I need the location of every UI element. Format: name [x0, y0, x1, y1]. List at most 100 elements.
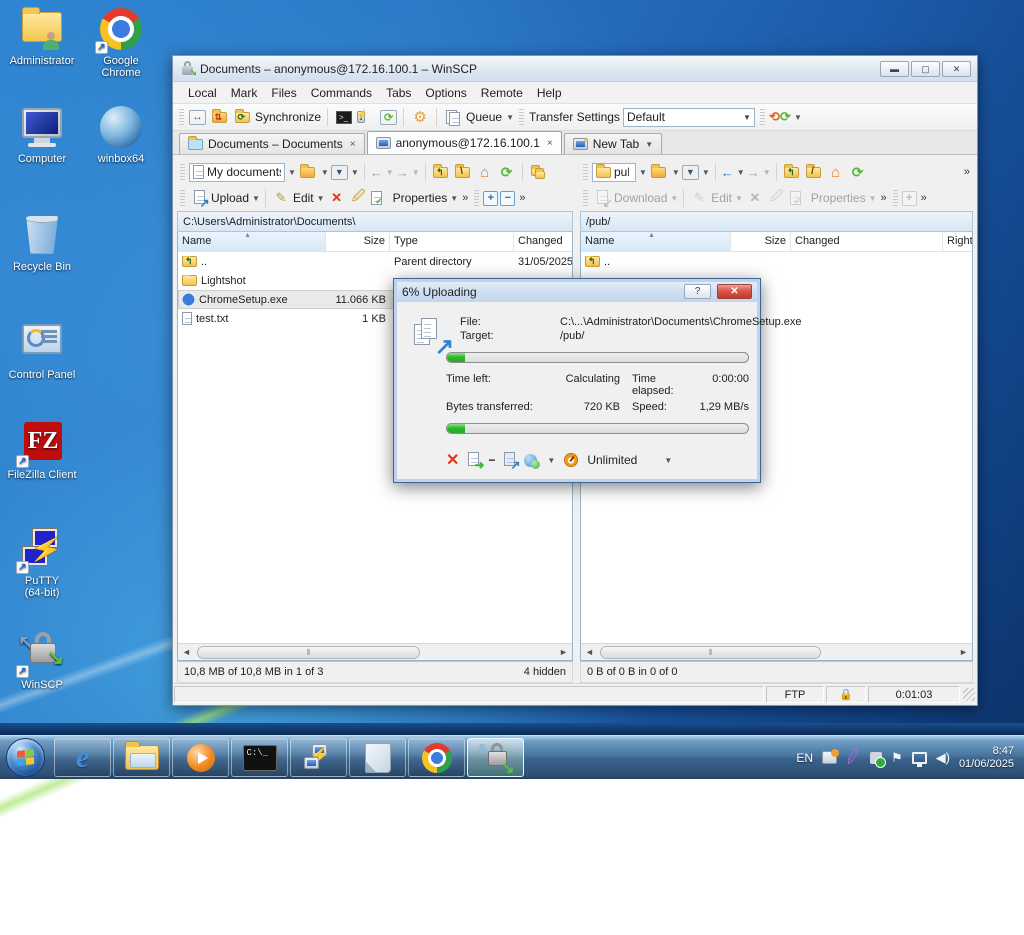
synchronize-browsing-icon[interactable]: ⇅ — [209, 107, 229, 127]
taskbar-chrome[interactable] — [408, 738, 465, 777]
upload-button[interactable]: Upload — [211, 191, 249, 205]
chevron-down-icon[interactable]: ▼ — [321, 168, 329, 177]
toolbar-overflow-chevron[interactable]: » — [919, 192, 929, 204]
synchronize-icon[interactable]: ⟳ — [232, 107, 252, 127]
menu-tabs[interactable]: Tabs — [379, 84, 418, 102]
taskbar-media-player[interactable] — [172, 738, 229, 777]
column-header-changed[interactable]: Changed — [791, 232, 943, 251]
toolbar-grip[interactable] — [474, 190, 479, 206]
menu-mark[interactable]: Mark — [224, 84, 265, 102]
taskbar-internet-explorer[interactable]: e — [54, 738, 111, 777]
network-icon[interactable] — [912, 752, 927, 764]
usb-device-icon[interactable] — [870, 752, 882, 764]
menu-commands[interactable]: Commands — [304, 84, 379, 102]
chevron-down-icon[interactable]: ▼ — [794, 113, 802, 122]
desktop-icon-recycle-bin[interactable]: Recycle Bin — [0, 212, 84, 273]
chevron-down-icon[interactable]: ▼ — [351, 168, 359, 177]
directory-tree-icon[interactable] — [528, 162, 548, 182]
encryption-cell[interactable]: 🔒 — [826, 686, 866, 703]
chevron-down-icon[interactable]: ▼ — [450, 194, 458, 203]
chevron-down-icon[interactable]: ▼ — [672, 168, 680, 177]
column-header-size[interactable]: Size — [326, 232, 390, 251]
scrollbar-thumb[interactable]: ⦀ — [197, 646, 420, 659]
toolbar-grip[interactable] — [180, 164, 185, 180]
close-tab-icon[interactable]: × — [547, 138, 553, 149]
column-header-size[interactable]: Size — [731, 232, 791, 251]
remote-horizontal-scrollbar[interactable]: ◄ ⦀ ► — [581, 643, 972, 660]
root-directory-icon[interactable]: / — [804, 162, 824, 182]
taskbar-notepad[interactable] — [349, 738, 406, 777]
chevron-down-icon[interactable]: ▼ — [702, 168, 710, 177]
add-button[interactable]: + — [483, 191, 498, 206]
queue-icon[interactable] — [443, 107, 463, 127]
properties-icon[interactable]: ✔ — [371, 188, 391, 208]
toolbar-grip[interactable] — [760, 109, 765, 125]
table-row[interactable]: ↰.. Parent directory 31/05/2025 — [178, 252, 572, 271]
maximize-button[interactable]: ▢ — [911, 61, 940, 77]
properties-button[interactable]: Properties — [393, 191, 448, 205]
title-bar[interactable]: ↘ Documents – anonymous@172.16.100.1 – W… — [173, 56, 977, 82]
chevron-down-icon[interactable]: ▼ — [506, 113, 514, 122]
toolbar-overflow-chevron[interactable]: » — [962, 166, 972, 178]
minimize-button[interactable]: ▬ — [880, 61, 909, 77]
toolbar-grip[interactable] — [180, 190, 185, 206]
refresh-session-icon[interactable]: ⟳ — [380, 110, 397, 125]
minimize-icon[interactable]: − — [488, 453, 495, 467]
queue-item-icon[interactable]: ↗ — [504, 452, 515, 469]
properties-icon[interactable]: ✔ — [789, 188, 809, 208]
desktop-icon-putty[interactable]: ⚡↗ PuTTY (64-bit) — [0, 526, 84, 599]
volume-icon[interactable]: ◀) — [936, 750, 950, 766]
forward-icon[interactable]: → — [396, 165, 409, 180]
parent-directory-icon[interactable]: ↰ — [782, 162, 802, 182]
column-header-name[interactable]: ▲Name — [178, 232, 326, 251]
chevron-down-icon[interactable]: ▼ — [664, 456, 672, 465]
background-transfer-icon[interactable]: ➜ — [468, 452, 479, 469]
refresh-icon[interactable]: ⟳ — [497, 162, 517, 182]
filter-icon[interactable]: ▼ — [331, 165, 348, 180]
toolbar-overflow-chevron[interactable]: » — [879, 192, 889, 204]
help-button[interactable]: ? — [684, 284, 711, 299]
toolbar-overflow-chevron[interactable]: » — [460, 192, 470, 204]
table-row[interactable]: ↰.. — [581, 252, 972, 271]
home-directory-icon[interactable]: ⌂ — [475, 162, 495, 182]
root-directory-icon[interactable]: \ — [453, 162, 473, 182]
language-indicator[interactable]: EN — [796, 751, 813, 765]
chevron-down-icon[interactable]: ▼ — [252, 194, 260, 203]
parent-directory-icon[interactable]: ↰ — [431, 162, 451, 182]
close-tab-icon[interactable]: × — [350, 139, 356, 150]
download-button[interactable]: Download — [614, 191, 667, 205]
back-icon[interactable]: ← — [721, 165, 734, 180]
delete-icon[interactable]: ✕ — [745, 188, 765, 208]
taskbar-command-prompt[interactable]: C:\_ — [231, 738, 288, 777]
toolbar-overflow-chevron[interactable]: » — [517, 192, 527, 204]
upload-icon[interactable]: ↗ — [189, 188, 209, 208]
tab-documents[interactable]: Documents – Documents × — [179, 133, 365, 154]
open-directory-icon[interactable] — [298, 162, 318, 182]
once-done-icon[interactable] — [524, 454, 537, 467]
remote-dir-combo[interactable]: pub — [592, 163, 636, 182]
chevron-down-icon[interactable]: ▼ — [639, 168, 647, 177]
tab-session-anonymous[interactable]: anonymous@172.16.100.1 × — [367, 131, 562, 154]
open-directory-icon[interactable] — [649, 162, 669, 182]
taskbar-putty[interactable]: ⚡ — [290, 738, 347, 777]
speed-limit-icon[interactable] — [564, 453, 578, 467]
scrollbar-thumb[interactable]: ⦀ — [600, 646, 821, 659]
toolbar-grip[interactable] — [179, 109, 184, 125]
add-button[interactable]: + — [902, 191, 917, 206]
protocol-cell[interactable]: FTP — [766, 686, 824, 703]
desktop-icon-google-chrome[interactable]: ↗ Google Chrome — [79, 6, 163, 79]
forward-icon[interactable]: → — [747, 165, 760, 180]
local-path-bar[interactable]: C:\Users\Administrator\Documents\ — [177, 211, 573, 232]
properties-button[interactable]: Properties — [811, 191, 866, 205]
dialog-close-button[interactable]: ✕ — [717, 284, 752, 299]
close-button[interactable]: ✕ — [942, 61, 971, 77]
edit-icon[interactable]: ✎ — [689, 188, 709, 208]
taskbar-windows-explorer[interactable] — [113, 738, 170, 777]
clock[interactable]: 8:47 01/06/2025 — [959, 745, 1014, 771]
toolbar-grip[interactable] — [519, 109, 524, 125]
action-center-flag-icon[interactable]: ⚑ — [891, 750, 903, 766]
toolbar-grip[interactable] — [583, 164, 588, 180]
chevron-down-icon[interactable]: ▼ — [547, 456, 555, 465]
scroll-left-icon[interactable]: ◄ — [581, 647, 598, 657]
remove-button[interactable]: − — [500, 191, 515, 206]
